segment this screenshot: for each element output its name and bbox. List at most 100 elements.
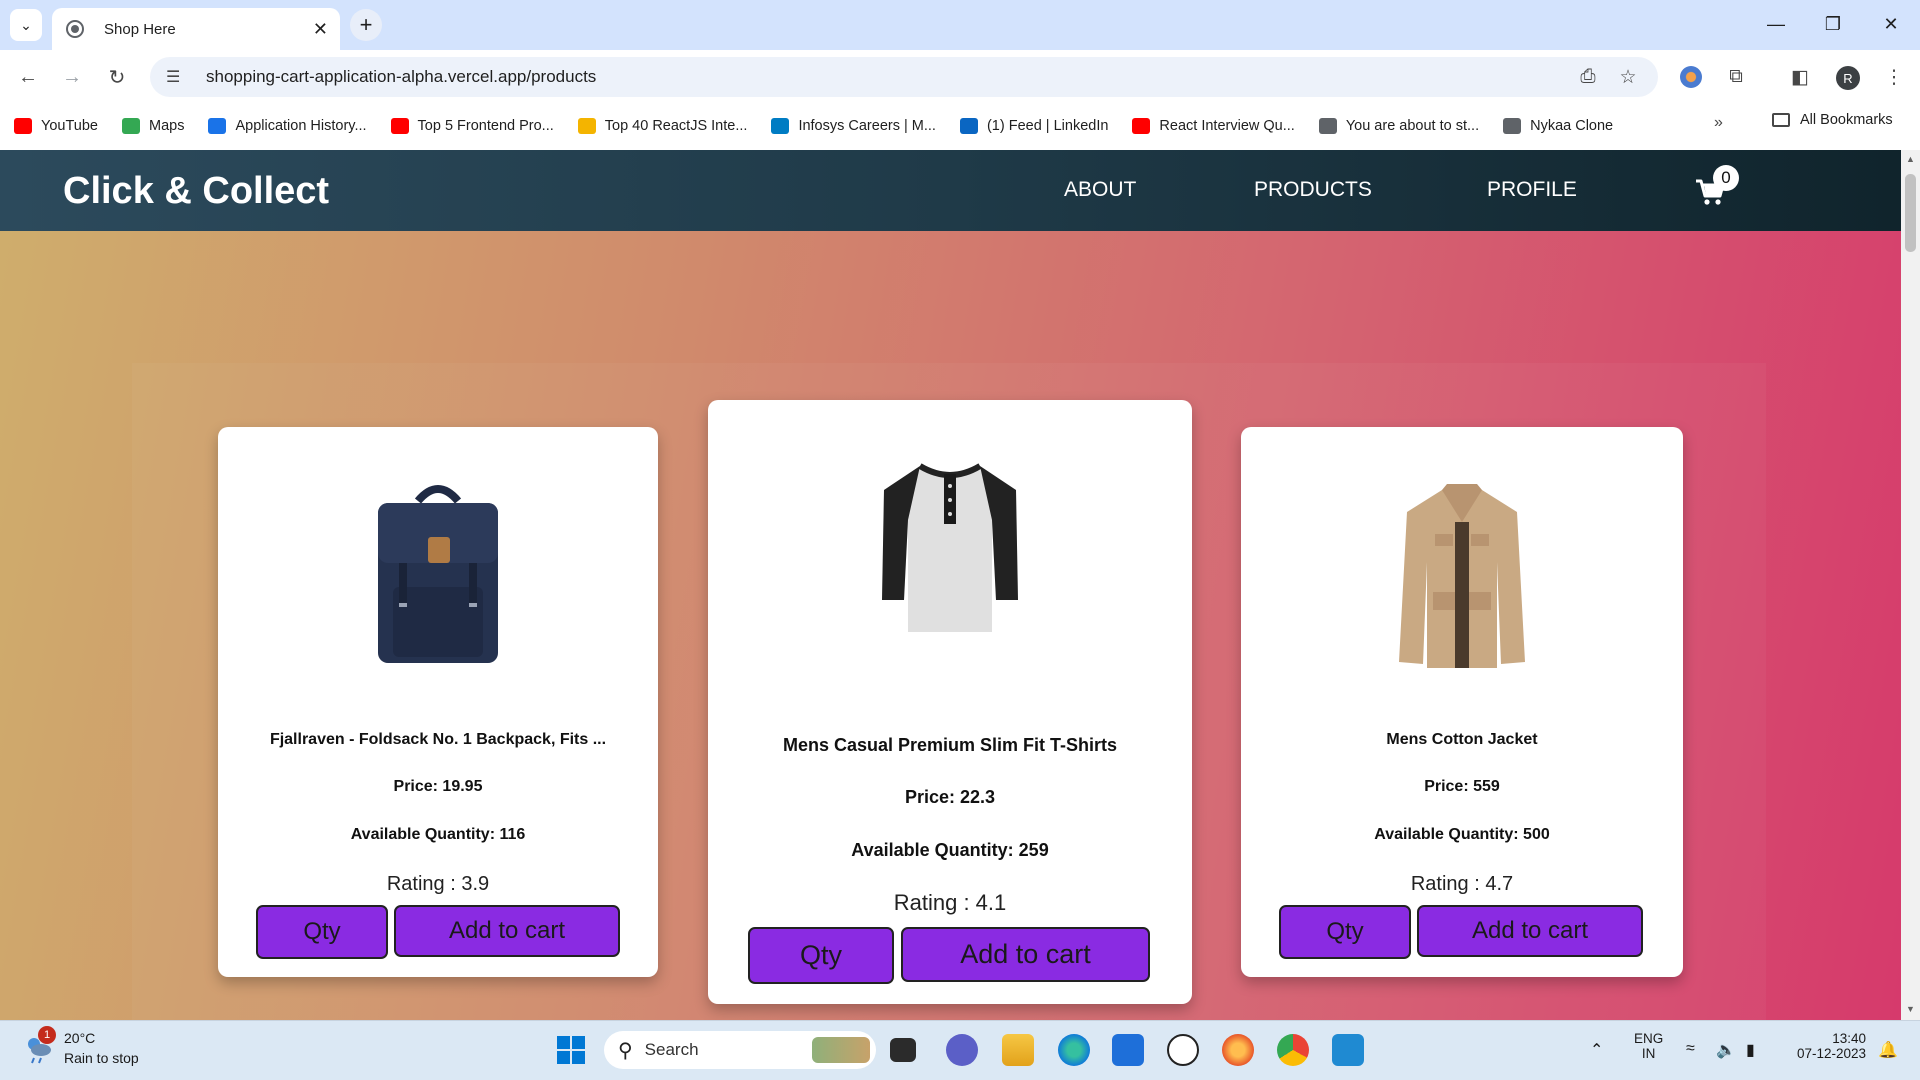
all-bookmarks[interactable]: All Bookmarks xyxy=(1772,112,1893,128)
add-to-cart-button[interactable]: Add to cart xyxy=(1417,905,1643,957)
notifications-bell-icon[interactable]: 🔔 xyxy=(1878,1040,1898,1060)
bookmarks-bar: YouTube Maps Application History... Top 5 F… xyxy=(0,101,1920,150)
clock-date: 07-12-2023 xyxy=(1796,1046,1866,1061)
new-tab-button[interactable]: + xyxy=(350,9,382,41)
battery-icon[interactable]: ▮ xyxy=(1746,1040,1755,1060)
product-card: Mens Casual Premium Slim Fit T-Shirts Pr… xyxy=(708,400,1192,1004)
close-tab-icon[interactable]: ✕ xyxy=(313,19,328,40)
bookmark-item[interactable]: Infosys Careers | M... xyxy=(771,117,936,134)
weather-temperature[interactable]: 20°C xyxy=(64,1030,95,1046)
product-price: Price: 559 xyxy=(1424,778,1500,795)
youtube-icon xyxy=(14,117,32,134)
bookmark-item[interactable]: (1) Feed | LinkedIn xyxy=(959,117,1108,134)
globe-icon xyxy=(66,20,84,38)
bookmark-item[interactable]: Top 5 Frontend Pro... xyxy=(390,117,554,134)
region-code: IN xyxy=(1641,1046,1656,1061)
brand-logo[interactable]: Click & Collect xyxy=(63,170,329,213)
bookmark-label: Maps xyxy=(148,117,185,134)
extensions-puzzle-icon[interactable]: ⧉ xyxy=(1722,63,1750,91)
bookmark-label: YouTube xyxy=(41,117,98,134)
bookmark-item[interactable]: React Interview Qu... xyxy=(1132,117,1295,134)
wifi-icon[interactable]: ≈ xyxy=(1686,1040,1695,1058)
product-available-quantity: Available Quantity: 116 xyxy=(350,826,526,843)
qty-button[interactable]: Qty xyxy=(256,905,388,959)
menu-kebab-icon[interactable]: ⋮ xyxy=(1880,63,1908,91)
search-icon: ⚲ xyxy=(618,1039,633,1062)
more-bookmarks-icon[interactable]: » xyxy=(1714,114,1723,132)
nav-about[interactable]: ABOUT xyxy=(1064,178,1136,202)
bookmark-item[interactable]: Top 40 ReactJS Inte... xyxy=(577,117,747,134)
scroll-thumb[interactable] xyxy=(1905,174,1916,252)
products-grid: Fjallraven - Foldsack No. 1 Backpack, Fi… xyxy=(132,363,1766,1020)
qty-button[interactable]: Qty xyxy=(748,927,894,984)
clock[interactable]: 13:40 07-12-2023 xyxy=(1782,1031,1866,1061)
minimize-icon[interactable]: — xyxy=(1756,8,1796,40)
tab-search-button[interactable]: ⌄ xyxy=(10,9,42,41)
product-available-quantity: Available Quantity: 259 xyxy=(851,840,1049,860)
close-window-icon[interactable]: ✕ xyxy=(1871,8,1911,40)
chevron-down-icon: ⌄ xyxy=(20,16,32,33)
store-icon[interactable] xyxy=(1112,1034,1144,1066)
bookmark-item[interactable]: YouTube xyxy=(14,117,98,134)
scroll-up-icon[interactable]: ▲ xyxy=(1906,154,1915,164)
language-indicator[interactable]: ENG IN xyxy=(1634,1031,1663,1061)
restore-icon[interactable]: ❐ xyxy=(1813,8,1853,40)
linkedin-icon xyxy=(959,117,978,134)
qty-button[interactable]: Qty xyxy=(1279,905,1411,959)
add-to-cart-button[interactable]: Add to cart xyxy=(901,927,1150,982)
scroll-down-icon[interactable]: ▼ xyxy=(1906,1004,1915,1014)
bookmark-item[interactable]: Maps xyxy=(121,117,185,134)
windows-start-icon[interactable] xyxy=(555,1034,587,1066)
forward-icon[interactable]: → xyxy=(58,63,86,91)
notification-badge: 1 xyxy=(38,1026,56,1044)
volume-icon[interactable]: 🔈 xyxy=(1716,1040,1736,1060)
site-info-icon[interactable]: ☰ xyxy=(166,67,188,87)
address-bar[interactable]: ☰ shopping-cart-application-alpha.vercel… xyxy=(150,57,1658,97)
weather-description[interactable]: Rain to stop xyxy=(64,1050,139,1066)
bookmark-label: Nykaa Clone xyxy=(1530,117,1614,134)
firefox-icon[interactable] xyxy=(1222,1034,1254,1066)
product-price: Price: 19.95 xyxy=(393,778,483,795)
product-name: Fjallraven - Foldsack No. 1 Backpack, Fi… xyxy=(269,731,607,748)
bookmark-item[interactable]: You are about to st... xyxy=(1318,117,1479,134)
page-viewport: Click & Collect ABOUT PRODUCTS PROFILE 0 xyxy=(0,150,1901,1020)
task-view-icon[interactable] xyxy=(890,1038,916,1062)
extension-icon[interactable] xyxy=(1680,66,1702,88)
tshirt-image xyxy=(882,463,1018,632)
tab-title: Shop Here xyxy=(104,20,176,38)
show-hidden-icons-icon[interactable]: ⌃ xyxy=(1590,1040,1603,1060)
app-header: Click & Collect ABOUT PRODUCTS PROFILE 0 xyxy=(0,150,1901,231)
side-panel-icon[interactable]: ◧ xyxy=(1786,63,1814,91)
all-bookmarks-label: All Bookmarks xyxy=(1800,112,1893,128)
edge-icon[interactable] xyxy=(1058,1034,1090,1066)
file-explorer-icon[interactable] xyxy=(1002,1034,1034,1066)
cart-count-badge: 0 xyxy=(1713,165,1739,191)
search-label: Search xyxy=(644,1040,699,1059)
infosys-icon xyxy=(771,117,790,134)
clock-time: 13:40 xyxy=(1832,1031,1866,1046)
bookmark-star-icon[interactable]: ☆ xyxy=(1614,63,1642,91)
chrome-icon[interactable] xyxy=(1277,1034,1309,1066)
url-text[interactable]: shopping-cart-application-alpha.vercel.a… xyxy=(206,67,596,87)
reload-icon[interactable]: ↻ xyxy=(103,63,131,91)
bookmark-item[interactable]: Nykaa Clone xyxy=(1503,117,1614,134)
search-highlight-icon xyxy=(812,1037,870,1063)
install-app-icon[interactable]: ⎙ xyxy=(1574,63,1602,91)
profile-avatar[interactable]: R xyxy=(1836,66,1860,90)
teams-chat-icon[interactable] xyxy=(946,1034,978,1066)
folder-icon xyxy=(1772,113,1790,127)
youtube-icon xyxy=(390,117,409,134)
globe-icon xyxy=(1318,117,1337,134)
back-icon[interactable]: ← xyxy=(14,63,42,91)
product-rating: Rating : 4.7 xyxy=(1410,873,1514,895)
nav-profile[interactable]: PROFILE xyxy=(1487,178,1577,202)
add-to-cart-button[interactable]: Add to cart xyxy=(394,905,620,957)
page-scrollbar[interactable]: ▲ ▼ xyxy=(1901,150,1920,1020)
product-card: Mens Cotton Jacket Price: 559 Available … xyxy=(1241,427,1683,977)
bookmark-item[interactable]: Application History... xyxy=(208,117,367,134)
browser-tab[interactable]: Shop Here ✕ xyxy=(52,8,340,50)
nav-products[interactable]: PRODUCTS xyxy=(1254,178,1372,202)
dell-icon[interactable] xyxy=(1167,1034,1199,1066)
taskbar-search[interactable]: ⚲ Search xyxy=(604,1031,876,1069)
vscode-icon[interactable] xyxy=(1332,1034,1364,1066)
